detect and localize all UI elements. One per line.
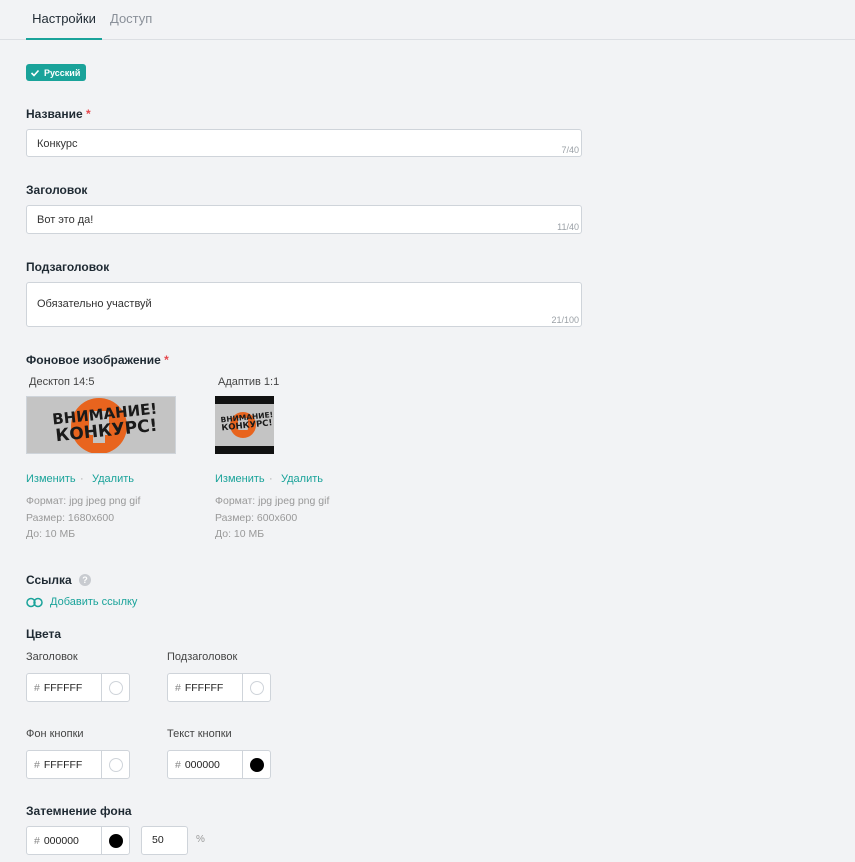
desktop-format-info: Формат: jpg jpeg png gif (26, 495, 141, 507)
desktop-max-info: До: 10 МБ (26, 528, 76, 540)
desktop-size-info: Размер: 1680x600 (26, 512, 115, 524)
adaptive-change-link[interactable]: Изменить (215, 473, 265, 485)
button-text-color-value: 000000 (184, 758, 220, 771)
heading-counter: 11/40 (557, 222, 579, 232)
heading-color-value: FFFFFF (43, 681, 83, 694)
adaptive-image-preview[interactable]: ВНИМАНИЕ! КОНКУРС! (215, 396, 274, 454)
percent-unit: % (196, 834, 205, 845)
button-bg-color-swatch[interactable] (108, 757, 123, 772)
adaptive-max-info: До: 10 МБ (215, 528, 265, 540)
subheading-textarea-value: Обязательно участвуй (37, 298, 152, 310)
link-icon (26, 597, 43, 607)
add-link-button[interactable]: Добавить ссылку (26, 596, 137, 608)
subheading-counter: 21/100 (551, 315, 579, 325)
link-label: Ссылка (26, 573, 72, 587)
heading-color-label: Заголовок (26, 651, 78, 663)
name-counter: 7/40 (561, 145, 579, 155)
button-bg-color-value: FFFFFF (43, 758, 83, 771)
add-link-label: Добавить ссылку (50, 596, 138, 608)
tab-bar: Настройки Доступ (0, 0, 855, 40)
button-bg-color-input[interactable]: # FFFFFF (26, 750, 130, 779)
heading-input-value: Вот это да! (37, 214, 94, 226)
help-icon[interactable]: ? (79, 574, 91, 586)
dimming-opacity-input[interactable]: 50 (141, 826, 188, 855)
colors-label: Цвета (26, 627, 62, 641)
heading-color-swatch[interactable] (108, 680, 123, 695)
background-image-label-text: Фоновое изображение (26, 353, 161, 367)
hash-sign: # (34, 758, 40, 771)
subheading-color-value: FFFFFF (184, 681, 224, 694)
heading-input[interactable]: Вот это да! 11/40 (26, 205, 582, 234)
hash-sign: # (34, 681, 40, 694)
name-label-text: Название (26, 107, 83, 121)
tab-settings[interactable]: Настройки (26, 11, 102, 40)
hash-sign: # (175, 681, 181, 694)
adaptive-image-title: Адаптив 1:1 (218, 376, 280, 388)
subheading-color-swatch[interactable] (249, 680, 264, 695)
dimming-color-swatch[interactable] (108, 833, 123, 848)
name-input-value: Конкурс (37, 138, 78, 150)
name-label: Название * (26, 107, 91, 121)
language-badge-label: Русский (44, 67, 81, 78)
subheading-label: Подзаголовок (26, 260, 110, 274)
button-text-color-input[interactable]: #000000 (167, 750, 271, 779)
adaptive-size-info: Размер: 600x600 (215, 512, 298, 524)
desktop-change-link[interactable]: Изменить (26, 473, 76, 485)
desktop-image-preview[interactable]: ВНИМАНИЕ! КОНКУРС! (26, 396, 176, 454)
button-bg-color-label: Фон кнопки (26, 728, 84, 740)
tab-access[interactable]: Доступ (110, 11, 152, 40)
required-mark: * (164, 353, 169, 367)
hash-sign: # (34, 834, 40, 847)
dimming-label: Затемнение фона (26, 804, 132, 818)
hash-sign: # (175, 758, 181, 771)
language-badge[interactable]: Русский (26, 64, 87, 81)
background-image-label: Фоновое изображение * (26, 353, 169, 367)
heading-label: Заголовок (26, 183, 88, 197)
dimming-color-value: 000000 (43, 834, 79, 847)
required-mark: * (86, 107, 91, 121)
separator-dot: · (269, 473, 273, 485)
adaptive-remove-link[interactable]: Удалить (281, 473, 323, 485)
desktop-image-title: Десктоп 14:5 (29, 376, 95, 388)
button-text-color-label: Текст кнопки (167, 728, 232, 740)
subheading-color-label: Подзаголовок (167, 651, 238, 663)
subheading-color-input[interactable]: # FFFFFF (167, 673, 271, 702)
adaptive-format-info: Формат: jpg jpeg png gif (215, 495, 330, 507)
desktop-remove-link[interactable]: Удалить (92, 473, 134, 485)
heading-color-input[interactable]: # FFFFFF (26, 673, 130, 702)
dimming-color-input[interactable]: #000000 (26, 826, 130, 855)
check-icon (30, 69, 40, 77)
name-input[interactable]: Конкурс 7/40 (26, 129, 582, 157)
button-text-color-swatch[interactable] (249, 757, 264, 772)
separator-dot: · (80, 473, 84, 485)
subheading-textarea[interactable]: Обязательно участвуй 21/100 (26, 282, 582, 327)
